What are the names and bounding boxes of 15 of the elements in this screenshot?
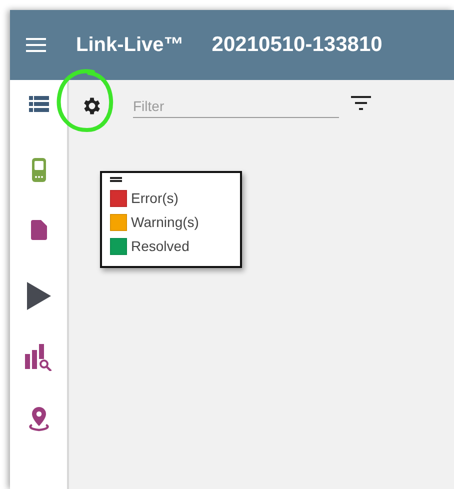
- legend-label: Warning(s): [131, 214, 199, 230]
- record-id: 20210510-133810: [212, 33, 382, 57]
- legend-label: Error(s): [131, 190, 178, 206]
- filter-icon[interactable]: [351, 96, 371, 110]
- list-icon[interactable]: [28, 96, 48, 112]
- document-icon[interactable]: [30, 220, 46, 240]
- play-icon[interactable]: [26, 282, 50, 310]
- location-pin-icon[interactable]: [28, 406, 50, 432]
- app-title: Link-Live™: [76, 34, 184, 56]
- filter-field[interactable]: Filter: [133, 94, 339, 118]
- bar-chart-search-icon[interactable]: [25, 344, 52, 371]
- legend-label: Resolved: [131, 238, 190, 254]
- drag-handle-icon[interactable]: [110, 177, 122, 182]
- handheld-device-icon[interactable]: [32, 158, 46, 182]
- settings-icon[interactable]: [81, 95, 103, 117]
